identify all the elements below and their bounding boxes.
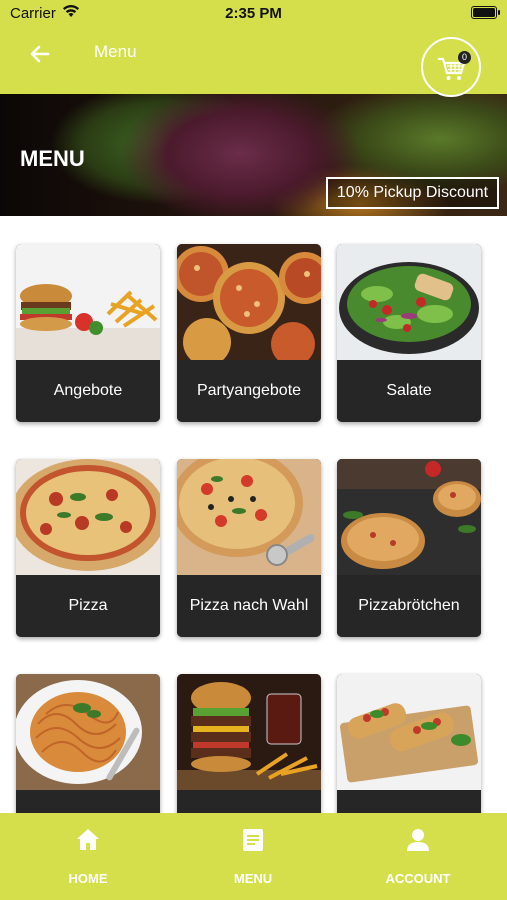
category-card-partyangebote[interactable]: Partyangebote [177, 244, 321, 422]
category-label: Angebote [16, 360, 160, 422]
category-label: Salate [337, 360, 481, 422]
category-card-angebote[interactable]: Angebote [16, 244, 160, 422]
battery-icon [471, 6, 500, 19]
category-card-pizza-nach-wahl[interactable]: Pizza nach Wahl [177, 459, 321, 637]
category-label: Partyangebote [177, 360, 321, 422]
home-icon [77, 829, 99, 850]
category-card-baguettes[interactable] [337, 674, 481, 813]
category-label: Pizza [16, 575, 160, 637]
app-header: Menu 0 [0, 28, 507, 97]
baguettes-image [337, 674, 481, 790]
status-bar: Carrier 2:35 PM [0, 0, 507, 28]
menu-banner: MENU 10% Pickup Discount [0, 94, 507, 216]
category-label: Pizza nach Wahl [177, 575, 321, 637]
tab-account-label: ACCOUNT [385, 871, 451, 886]
pickup-discount-badge: 10% Pickup Discount [326, 177, 499, 209]
pizza-image [16, 459, 160, 575]
pizzabroetchen-image [337, 459, 481, 575]
category-card-pizza[interactable]: Pizza [16, 459, 160, 637]
tab-menu[interactable]: MENU [193, 813, 313, 900]
clock: 2:35 PM [225, 5, 282, 22]
category-card-salate[interactable]: Salate [337, 244, 481, 422]
arrow-left-icon [30, 45, 50, 63]
category-label [16, 790, 160, 813]
category-label: Pizzabrötchen [337, 575, 481, 637]
cart-count-badge: 0 [458, 51, 471, 64]
category-label [337, 790, 481, 813]
category-card-pasta[interactable] [16, 674, 160, 813]
bottom-tab-bar: HOME MENU ACCOUNT [0, 813, 507, 900]
partyangebote-image [177, 244, 321, 360]
category-grid: Angebote Partyangebote Salate Pizza Pizz… [0, 216, 507, 813]
tab-home-label: HOME [68, 871, 108, 886]
menu-document-icon [243, 829, 263, 851]
tab-home[interactable]: HOME [28, 813, 148, 900]
back-button[interactable] [26, 40, 54, 68]
pizza-nach-wahl-image [177, 459, 321, 575]
banner-title: MENU [20, 146, 85, 171]
tab-menu-label: MENU [233, 871, 273, 886]
user-icon [407, 829, 429, 851]
angebote-image [16, 244, 160, 360]
category-card-pizzabroetchen[interactable]: Pizzabrötchen [337, 459, 481, 637]
category-label [177, 790, 321, 813]
burger-image [177, 674, 321, 790]
pasta-image [16, 674, 160, 790]
tab-account[interactable]: ACCOUNT [358, 813, 478, 900]
cart-button[interactable]: 0 [421, 37, 481, 97]
category-card-burger[interactable] [177, 674, 321, 813]
salate-image [337, 244, 481, 360]
header-title: Menu [94, 42, 137, 61]
